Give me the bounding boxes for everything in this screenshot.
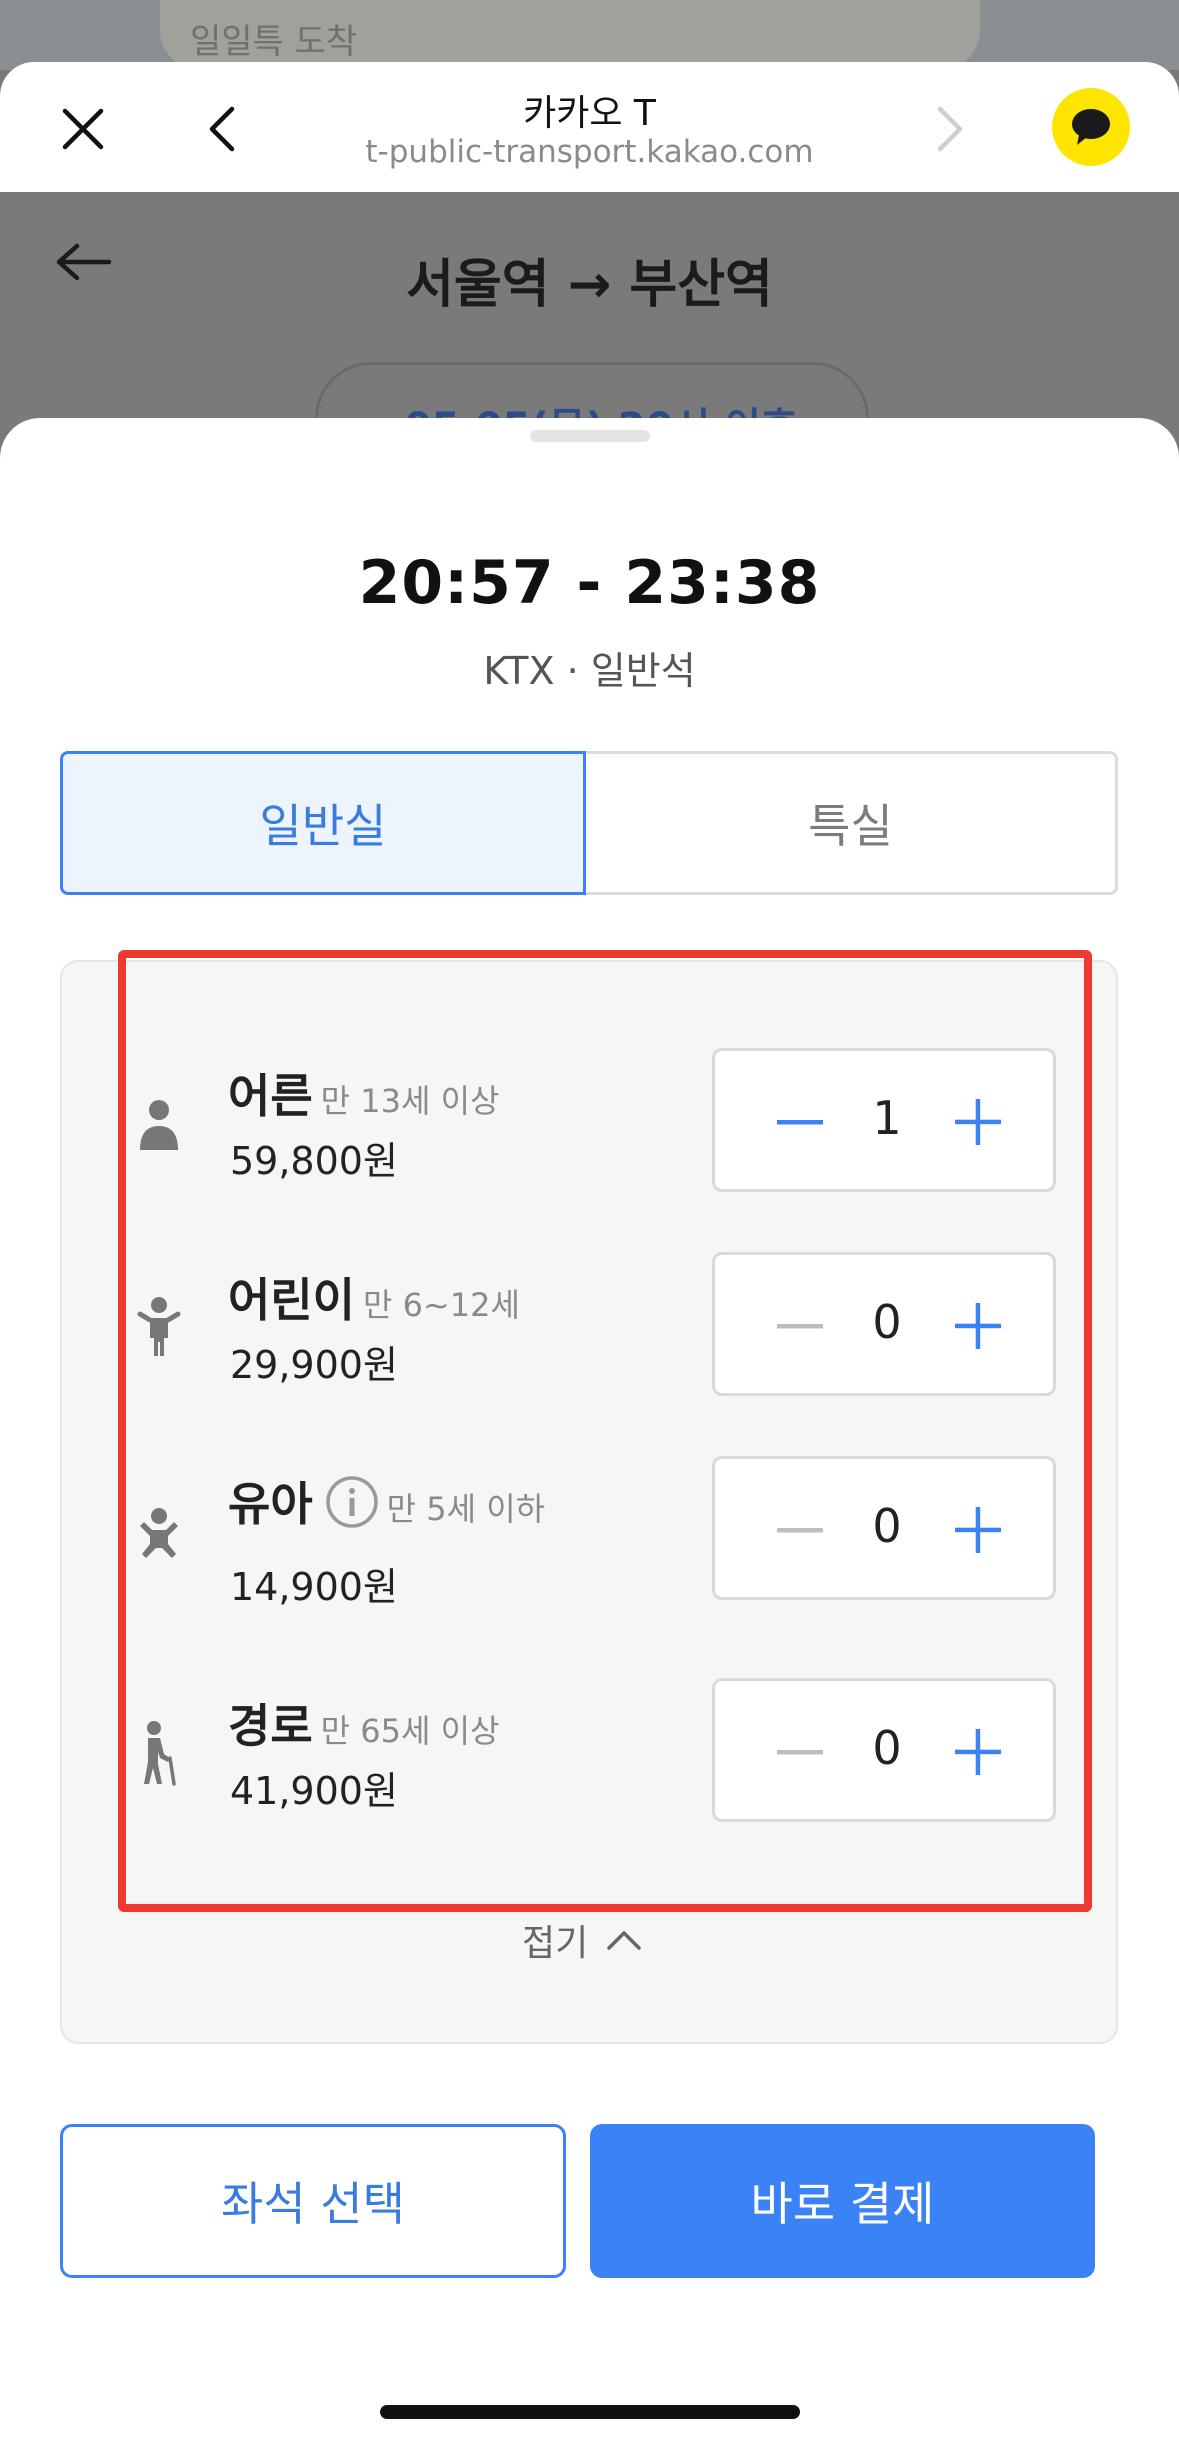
pay-now-label: 바로 결제 [750,2177,935,2231]
select-seat-button[interactable]: 좌석 선택 [60,2124,566,2278]
route-title: 서울역 → 부산역 [406,255,773,315]
fold-label: 접기 [522,1923,589,1964]
kakaotalk-button[interactable] [1052,88,1130,166]
background-page: 서울역 → 부산역 05.05(목) 20시 이후 [0,192,1179,478]
sheet-grabber[interactable] [530,430,650,442]
tab-general-class[interactable]: 일반실 [60,751,586,895]
forward-icon[interactable] [916,94,986,164]
tab-label: 일반실 [259,799,387,853]
tab-label: 특실 [808,799,893,853]
time-range: 20:57 - 23:38 [358,548,821,618]
train-info: KTX · 일반석 [483,649,696,693]
home-indicator[interactable] [380,2405,800,2419]
chat-bubble-icon [1072,109,1110,145]
bottom-sheet: 20:57 - 23:38 KTX · 일반석 일반실 특실 어른 만 13세 이… [0,418,1179,2440]
chevron-up-icon [607,1931,641,1950]
residue-text: 일일특 도착 [190,22,358,62]
highlight-box [118,950,1092,1912]
browser-header: 카카오 T t-public-transport.kakao.com [0,62,1179,192]
tab-first-class[interactable]: 특실 [586,751,1118,895]
status-area: 일일특 도착 [0,0,1179,70]
pay-now-button[interactable]: 바로 결제 [590,2124,1095,2278]
browser-title: 카카오 T [523,93,656,134]
browser-url: t-public-transport.kakao.com [365,134,814,170]
select-seat-label: 좌석 선택 [221,2177,405,2231]
